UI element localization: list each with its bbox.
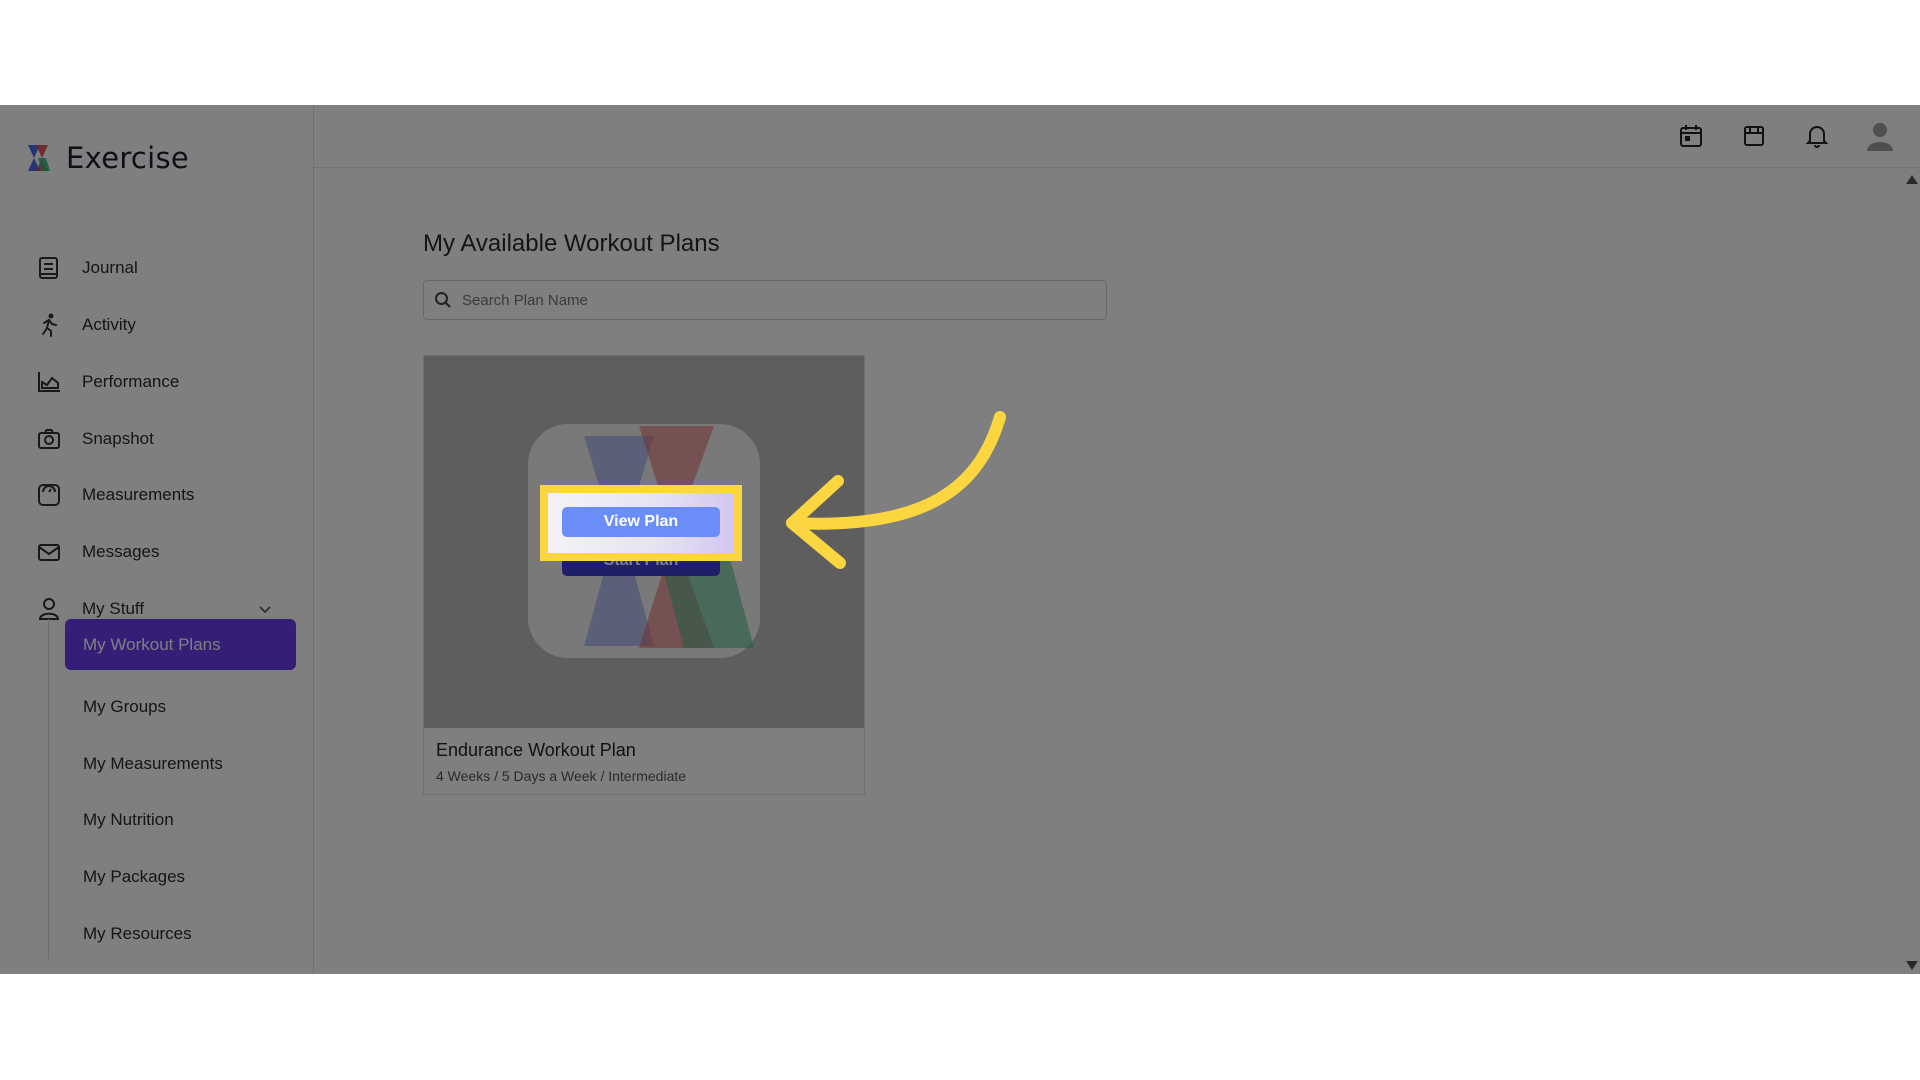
- sidebar-item-measurements[interactable]: Measurements: [36, 475, 194, 515]
- page-title: My Available Workout Plans: [423, 230, 720, 257]
- store-icon[interactable]: [1741, 123, 1767, 149]
- sidebar-item-activity[interactable]: Activity: [36, 305, 136, 345]
- camera-icon: [38, 429, 60, 449]
- main-content: My Available Workout Plans Start Plan En…: [314, 168, 1920, 974]
- bell-icon[interactable]: [1804, 123, 1830, 149]
- app-logo[interactable]: Exercise: [22, 141, 189, 175]
- sidebar-item-performance[interactable]: Performance: [36, 362, 179, 402]
- chevron-down-icon[interactable]: [258, 602, 272, 616]
- sidebar-item-snapshot[interactable]: Snapshot: [36, 419, 154, 459]
- app-name: Exercise: [66, 141, 190, 175]
- user-icon: [38, 598, 60, 620]
- sidebar-subitem-my-resources[interactable]: My Resources: [83, 909, 192, 959]
- calendar-icon[interactable]: [1678, 123, 1704, 149]
- search-icon: [435, 292, 451, 308]
- sidebar-item-journal[interactable]: Journal: [36, 248, 138, 288]
- sidebar-item-label: Measurements: [82, 485, 195, 504]
- avatar-icon[interactable]: [1865, 121, 1895, 151]
- plan-details: 4 Weeks / 5 Days a Week / Intermediate: [436, 768, 687, 784]
- view-plan-button[interactable]: View Plan: [562, 507, 720, 537]
- sidebar-item-messages[interactable]: Messages: [36, 532, 159, 572]
- sidebar-item-label: Journal: [82, 258, 138, 277]
- sidebar-item-label: Activity: [82, 315, 136, 334]
- plan-title: Endurance Workout Plan: [436, 740, 636, 760]
- search-input[interactable]: [460, 290, 1084, 310]
- area-chart-icon: [38, 372, 60, 392]
- sidebar-subitem-my-nutrition[interactable]: My Nutrition: [83, 795, 174, 845]
- sidebar-subitem-my-packages[interactable]: My Packages: [83, 852, 185, 902]
- sidebar-subitem-my-measurements[interactable]: My Measurements: [83, 739, 223, 789]
- pointer-arrow-icon: [786, 411, 1006, 569]
- sidebar-subitem-my-workout-plans[interactable]: My Workout Plans: [65, 619, 296, 670]
- sidebar-item-label: Snapshot: [82, 429, 154, 448]
- top-bar: [314, 105, 1920, 168]
- envelope-icon: [38, 544, 60, 561]
- sidebar-item-label: Messages: [82, 542, 160, 561]
- sidebar: Exercise Journal Activity Performance Sn…: [0, 105, 314, 974]
- journal-icon: [39, 257, 58, 279]
- scroll-up-arrow-icon[interactable]: [1906, 175, 1918, 184]
- exercise-logo-icon: [28, 145, 50, 171]
- running-person-icon: [42, 313, 57, 337]
- subnav-divider: [48, 619, 49, 959]
- sidebar-item-label: My Stuff: [82, 599, 145, 618]
- scale-icon: [38, 484, 60, 506]
- sidebar-subitem-my-groups[interactable]: My Groups: [83, 682, 166, 732]
- sidebar-item-label: Performance: [82, 372, 180, 391]
- search-box[interactable]: [423, 280, 1107, 320]
- scroll-down-arrow-icon[interactable]: [1906, 961, 1918, 970]
